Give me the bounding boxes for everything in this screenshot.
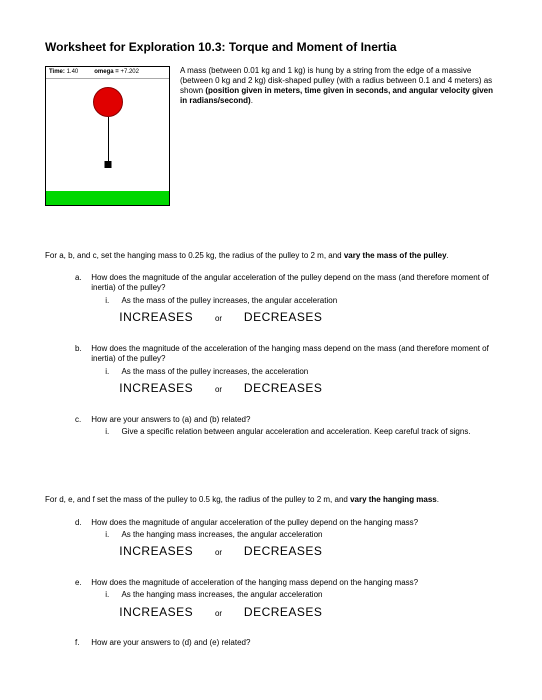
choice-or: or xyxy=(215,609,222,618)
choice-increases[interactable]: INCREASES xyxy=(119,605,193,619)
section1-note: For a, b, and c, set the hanging mass to… xyxy=(45,251,497,261)
pulley-icon xyxy=(93,87,123,117)
question-b: b. How does the magnitude of the acceler… xyxy=(75,344,497,397)
sub-body: As the mass of the pulley increases, the… xyxy=(121,296,489,306)
q-body: How does the magnitude of acceleration o… xyxy=(91,578,493,620)
choice-decreases[interactable]: DECREASES xyxy=(244,544,323,558)
sub-body: As the mass of the pulley increases, the… xyxy=(121,367,489,377)
choice-line: INCREASES or DECREASES xyxy=(91,381,493,397)
question-e: e. How does the magnitude of acceleratio… xyxy=(75,578,497,620)
question-d: d. How does the magnitude of angular acc… xyxy=(75,518,497,560)
q-label: d. xyxy=(75,518,89,528)
q-body: How does the magnitude of the accelerati… xyxy=(91,344,493,397)
sub-label: i. xyxy=(105,427,119,437)
sub-label: i. xyxy=(105,367,119,377)
hanging-mass-icon xyxy=(104,161,111,168)
sub-label: i. xyxy=(105,590,119,600)
q-body: How does the magnitude of the angular ac… xyxy=(91,273,493,326)
ground-icon xyxy=(46,191,169,205)
sub-label: i. xyxy=(105,296,119,306)
choice-or: or xyxy=(215,385,222,394)
question-c: c. How are your answers to (a) and (b) r… xyxy=(75,415,497,438)
string-icon xyxy=(108,117,109,162)
choice-or: or xyxy=(215,314,222,323)
q-body: How are your answers to (d) and (e) rela… xyxy=(91,638,493,648)
sub-body: Give a specific relation between angular… xyxy=(121,427,489,437)
top-section: Time: 1.40 omega = +7.202 A mass (betwee… xyxy=(45,66,497,206)
questions-group-2: d. How does the magnitude of angular acc… xyxy=(45,518,497,649)
sub-label: i. xyxy=(105,530,119,540)
choice-decreases[interactable]: DECREASES xyxy=(244,310,323,324)
q-label: f. xyxy=(75,638,89,648)
choice-increases[interactable]: INCREASES xyxy=(119,310,193,324)
q-label: c. xyxy=(75,415,89,425)
sim-header: Time: 1.40 omega = +7.202 xyxy=(46,67,169,80)
choice-or: or xyxy=(215,548,222,557)
section2-note: For d, e, and f set the mass of the pull… xyxy=(45,495,497,505)
choice-line: INCREASES or DECREASES xyxy=(91,544,493,560)
worksheet-title: Worksheet for Exploration 10.3: Torque a… xyxy=(45,40,497,56)
choice-line: INCREASES or DECREASES xyxy=(91,310,493,326)
q-body: How does the magnitude of angular accele… xyxy=(91,518,493,560)
q-label: a. xyxy=(75,273,89,283)
questions-group-1: a. How does the magnitude of the angular… xyxy=(45,273,497,437)
question-a: a. How does the magnitude of the angular… xyxy=(75,273,497,326)
choice-decreases[interactable]: DECREASES xyxy=(244,381,323,395)
choice-increases[interactable]: INCREASES xyxy=(119,544,193,558)
q-body: How are your answers to (a) and (b) rela… xyxy=(91,415,493,438)
sub-body: As the hanging mass increases, the angul… xyxy=(121,590,489,600)
intro-text: A mass (between 0.01 kg and 1 kg) is hun… xyxy=(180,66,497,206)
choice-line: INCREASES or DECREASES xyxy=(91,605,493,621)
q-label: b. xyxy=(75,344,89,354)
q-label: e. xyxy=(75,578,89,588)
sim-area xyxy=(46,79,169,194)
choice-decreases[interactable]: DECREASES xyxy=(244,605,323,619)
simulation-box: Time: 1.40 omega = +7.202 xyxy=(45,66,170,206)
question-f: f. How are your answers to (d) and (e) r… xyxy=(75,638,497,648)
sub-body: As the hanging mass increases, the angul… xyxy=(121,530,489,540)
choice-increases[interactable]: INCREASES xyxy=(119,381,193,395)
